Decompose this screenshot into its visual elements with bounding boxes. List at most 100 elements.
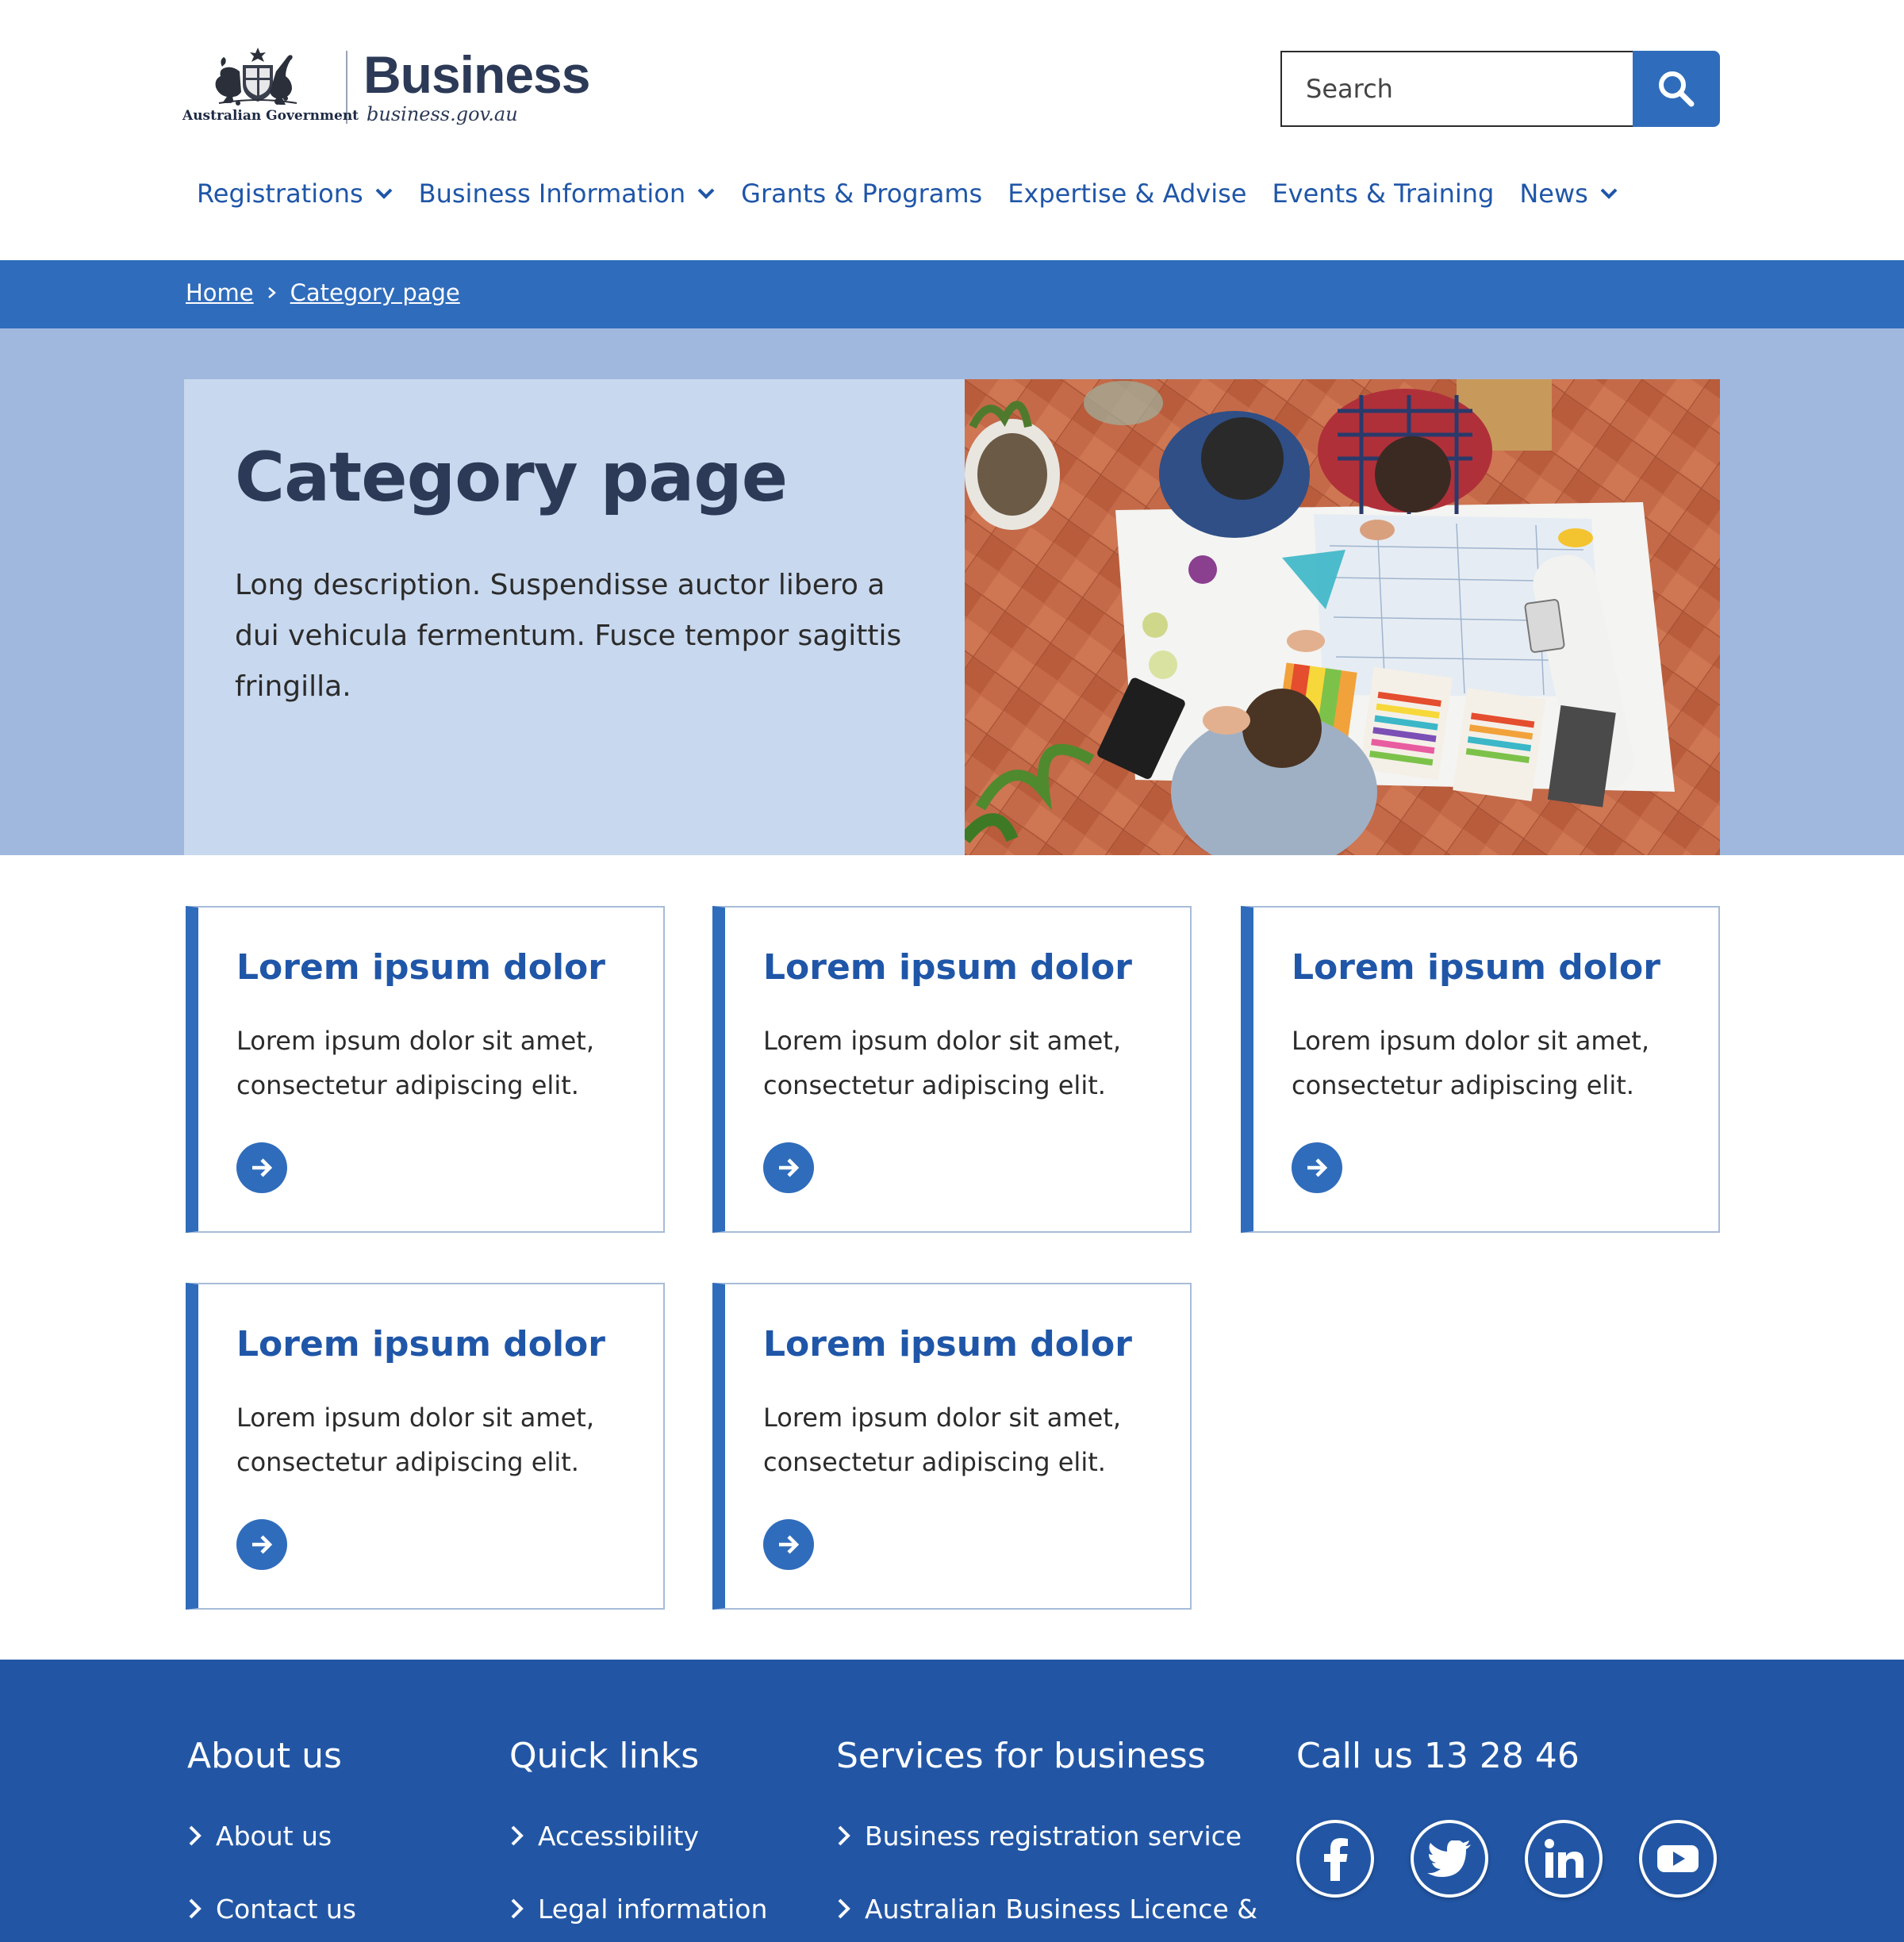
coat-of-arms-icon <box>215 48 298 106</box>
footer-link-label: Contact us <box>216 1893 356 1925</box>
youtube-icon <box>1657 1845 1699 1872</box>
search-form <box>1280 51 1720 127</box>
category-card[interactable]: Lorem ipsum dolor Lorem ipsum dolor sit … <box>712 1283 1192 1610</box>
arrow-right-icon <box>1307 1158 1328 1177</box>
nav-item-label: Business Information <box>418 178 686 209</box>
chevron-right-icon <box>267 287 276 298</box>
category-card[interactable]: Lorem ipsum dolor Lorem ipsum dolor sit … <box>186 906 665 1233</box>
footer-column-services: Services for business Business registrat… <box>836 1736 1257 1925</box>
chevron-right-icon <box>511 1898 524 1919</box>
search-button[interactable] <box>1633 51 1720 127</box>
search-input[interactable] <box>1280 51 1633 127</box>
footer-call-heading: Call us 13 28 46 <box>1296 1736 1580 1776</box>
breadcrumb: Home Category page <box>186 279 460 306</box>
footer-link-legal-information[interactable]: Legal information <box>509 1892 767 1925</box>
arrow-right-icon <box>252 1158 273 1177</box>
card-title: Lorem ipsum dolor <box>1292 947 1660 988</box>
footer-heading: Services for business <box>836 1736 1206 1776</box>
search-icon <box>1659 71 1695 107</box>
linkedin-icon <box>1545 1839 1583 1878</box>
footer-link-label: Accessibility <box>538 1820 700 1852</box>
chevron-right-icon <box>838 1825 850 1846</box>
nav-item-label: Expertise & Advise <box>1008 178 1247 209</box>
footer-heading: About us <box>187 1736 342 1776</box>
card-arrow-button[interactable] <box>763 1142 814 1193</box>
nav-item-events-training[interactable]: Events & Training <box>1272 178 1494 209</box>
category-card[interactable]: Lorem ipsum dolor Lorem ipsum dolor sit … <box>1241 906 1720 1233</box>
chevron-right-icon <box>838 1898 850 1919</box>
footer-link-label: Legal information <box>538 1893 768 1925</box>
facebook-icon <box>1324 1838 1348 1881</box>
hero-image <box>965 379 1720 855</box>
main-nav: Registrations Business Information Grant… <box>197 170 1644 217</box>
card-title: Lorem ipsum dolor <box>763 947 1132 988</box>
chevron-down-icon <box>697 188 715 199</box>
breadcrumb-current-link[interactable]: Category page <box>290 279 460 306</box>
chevron-right-icon <box>511 1825 524 1846</box>
nav-item-label: News <box>1519 178 1588 209</box>
card-arrow-button[interactable] <box>236 1519 287 1570</box>
site-logo[interactable]: Australian Government Business business.… <box>182 45 590 127</box>
arrow-right-icon <box>779 1535 800 1554</box>
twitter-icon <box>1427 1840 1471 1877</box>
linkedin-link[interactable] <box>1525 1820 1603 1898</box>
facebook-link[interactable] <box>1296 1820 1374 1898</box>
page-title: Category page <box>235 438 788 517</box>
footer-column-call: Call us 13 28 46 <box>1296 1736 1580 1776</box>
card-arrow-button[interactable] <box>236 1142 287 1193</box>
hero-card: Category page Long description. Suspendi… <box>184 379 965 855</box>
brand-name: Business <box>363 45 590 104</box>
nav-item-expertise-advise[interactable]: Expertise & Advise <box>1008 178 1246 209</box>
footer-heading: Quick links <box>509 1736 700 1776</box>
youtube-link[interactable] <box>1639 1820 1717 1898</box>
twitter-link[interactable] <box>1411 1820 1488 1898</box>
hero-band: Category page Long description. Suspendi… <box>0 328 1904 855</box>
card-text: Lorem ipsum dolor sit amet, consectetur … <box>1292 1026 1649 1100</box>
footer-link-label: Australian Business Licence & <box>865 1893 1257 1925</box>
brand-url: business.gov.au <box>367 103 518 125</box>
nav-item-label: Grants & Programs <box>741 178 983 209</box>
gov-caption: Australian Government <box>182 108 359 124</box>
chevron-right-icon <box>189 1825 202 1846</box>
nav-item-label: Events & Training <box>1272 178 1495 209</box>
card-text: Lorem ipsum dolor sit amet, consectetur … <box>763 1403 1121 1477</box>
footer-link-label: Business registration service <box>865 1820 1242 1852</box>
footer-link-contact-us[interactable]: Contact us <box>187 1892 356 1925</box>
chevron-right-icon <box>189 1898 202 1919</box>
team-workspace-photo <box>965 379 1720 855</box>
breadcrumb-home-link[interactable]: Home <box>186 279 254 306</box>
nav-item-registrations[interactable]: Registrations <box>197 178 393 209</box>
site-header: Australian Government Business business.… <box>0 0 1904 260</box>
footer-link-accessibility[interactable]: Accessibility <box>509 1819 767 1852</box>
footer-column-quick-links: Quick links Accessibility Legal informat… <box>509 1736 767 1925</box>
card-title: Lorem ipsum dolor <box>236 947 605 988</box>
brand: Business business.gov.au <box>363 45 590 125</box>
footer-link-business-registration[interactable]: Business registration service <box>836 1819 1257 1852</box>
footer-column-about: About us About us Contact us <box>187 1736 356 1925</box>
page-description: Long description. Suspendisse auctor lib… <box>235 569 902 703</box>
category-card[interactable]: Lorem ipsum dolor Lorem ipsum dolor sit … <box>186 1283 665 1610</box>
footer-link-business-licence[interactable]: Australian Business Licence & <box>836 1892 1257 1925</box>
site-footer: About us About us Contact us Quick links… <box>0 1660 1904 1942</box>
card-text: Lorem ipsum dolor sit amet, consectetur … <box>763 1026 1121 1100</box>
chevron-down-icon <box>375 188 393 199</box>
arrow-right-icon <box>779 1158 800 1177</box>
footer-link-label: About us <box>216 1820 332 1852</box>
card-title: Lorem ipsum dolor <box>236 1324 605 1364</box>
arrow-right-icon <box>252 1535 273 1554</box>
chevron-down-icon <box>1600 188 1618 199</box>
card-text: Lorem ipsum dolor sit amet, consectetur … <box>236 1026 594 1100</box>
coat-of-arms-logo: Australian Government <box>182 48 359 127</box>
social-links <box>1296 1820 1753 1898</box>
nav-item-business-information[interactable]: Business Information <box>419 178 716 209</box>
card-arrow-button[interactable] <box>1292 1142 1342 1193</box>
footer-link-about-us[interactable]: About us <box>187 1819 356 1852</box>
category-card[interactable]: Lorem ipsum dolor Lorem ipsum dolor sit … <box>712 906 1192 1233</box>
card-title: Lorem ipsum dolor <box>763 1324 1132 1364</box>
nav-item-grants-programs[interactable]: Grants & Programs <box>741 178 982 209</box>
card-arrow-button[interactable] <box>763 1519 814 1570</box>
nav-item-label: Registrations <box>197 178 363 209</box>
card-text: Lorem ipsum dolor sit amet, consectetur … <box>236 1403 594 1477</box>
breadcrumb-bar: Home Category page <box>0 260 1904 328</box>
nav-item-news[interactable]: News <box>1519 178 1618 209</box>
